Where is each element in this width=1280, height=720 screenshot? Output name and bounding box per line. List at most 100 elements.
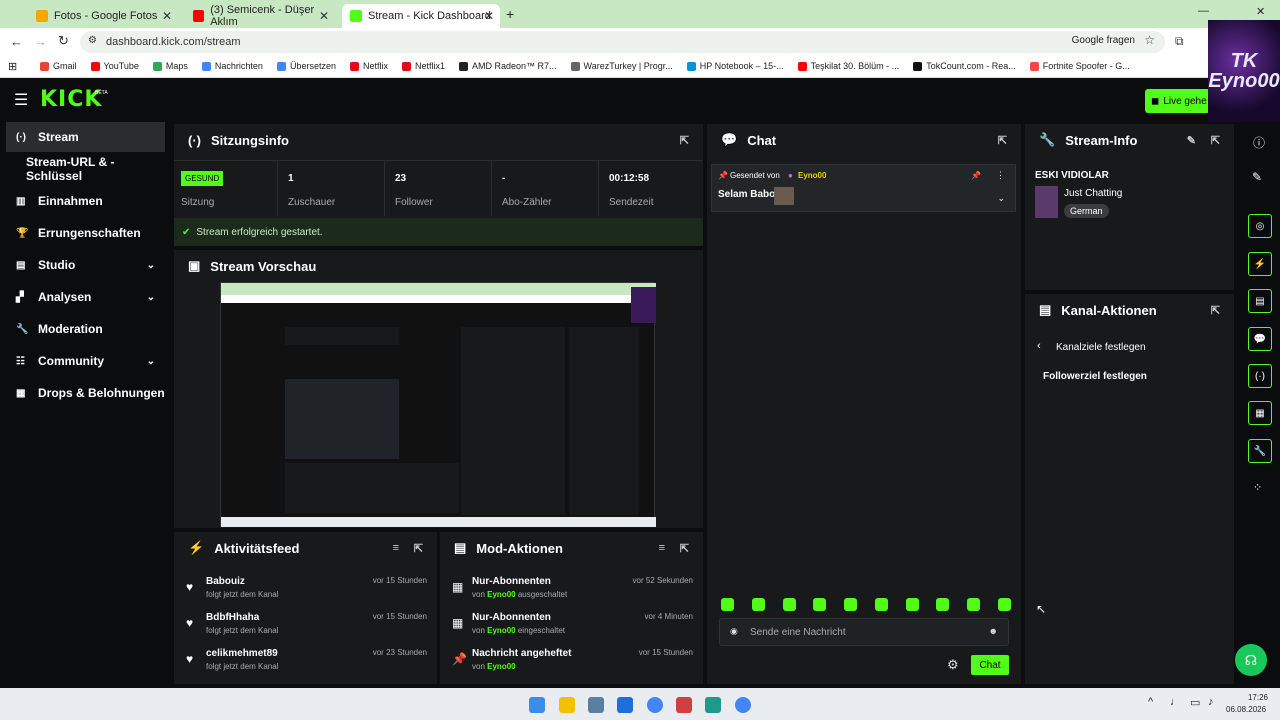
network-icon[interactable]: ▭	[1190, 696, 1200, 709]
emote-icon[interactable]	[721, 598, 734, 611]
close-tab-icon[interactable]: ✕	[162, 9, 172, 23]
emote-icon[interactable]	[967, 598, 981, 611]
emoji-picker-icon[interactable]: ◉	[730, 626, 738, 637]
list-item[interactable]: 📌 Nachricht angeheftet von Eyno00 vor 15 S…	[440, 646, 703, 680]
bookmark-item[interactable]: HP Notebook – 15-...	[686, 61, 784, 71]
username[interactable]: Eyno00	[487, 590, 515, 599]
username[interactable]: Eyno00	[487, 662, 515, 671]
bookmark-item[interactable]: Gmail	[40, 61, 77, 71]
clock-date[interactable]: 06.08.2026	[1226, 705, 1266, 714]
chevron-down-icon[interactable]: ⌄	[147, 292, 155, 303]
close-tab-icon[interactable]: ✕	[484, 9, 494, 23]
chevron-down-icon[interactable]: ⌄	[147, 260, 155, 271]
file-explorer-icon[interactable]	[559, 697, 575, 713]
bookmark-item[interactable]: Netflix	[349, 61, 388, 71]
new-tab-button[interactable]: +	[506, 6, 514, 22]
bookmark-item[interactable]: Nachrichten	[201, 61, 263, 71]
sidebar-item-community[interactable]: ☷ Community ⌄	[6, 346, 165, 376]
share-icon[interactable]: ⁘	[1253, 481, 1262, 494]
follower-goal-item[interactable]: Followerziel festlegen	[1043, 371, 1147, 382]
app-icon[interactable]	[705, 697, 721, 713]
list-item[interactable]: ▦ Nur-Abonnenten von Eyno00 ausgeschaltet v…	[440, 574, 703, 608]
bookmark-item[interactable]: Netflix1	[401, 61, 445, 71]
emote-icon[interactable]	[844, 598, 858, 611]
more-options-icon[interactable]: ⋮	[996, 170, 1005, 181]
tab-youtube[interactable]: (3) Semicenk - Düşer Aklım ✕	[185, 4, 335, 28]
username[interactable]: Babouiz	[206, 576, 245, 587]
chrome-icon[interactable]	[647, 697, 663, 713]
volume-icon[interactable]: ♪	[1208, 696, 1214, 708]
popout-icon[interactable]: ⇱	[680, 134, 689, 147]
stream-preview-video[interactable]	[220, 282, 656, 527]
bookmark-item[interactable]: Maps	[152, 61, 188, 71]
emote-icon[interactable]	[782, 598, 796, 611]
popout-icon[interactable]: ⇱	[414, 542, 423, 555]
list-item[interactable]: ♥ Babouiz folgt jetzt dem Kanal vor 15 Stun…	[174, 574, 437, 608]
sidebar-item-stream-url-schl-ssel[interactable]: Stream-URL & -Schlüssel	[6, 154, 165, 184]
store-icon[interactable]	[588, 697, 604, 713]
app-icon[interactable]	[676, 697, 692, 713]
pinned-message[interactable]: 📌 Gesendet von ● Eyno00 Selam Babo 📌 ⋮ ⌄	[711, 164, 1016, 212]
sidebar-item-moderation[interactable]: 🔧 Moderation	[6, 314, 165, 344]
close-window-icon[interactable]: ✕	[1256, 5, 1265, 18]
filter-icon[interactable]: ≡	[659, 542, 665, 554]
extensions-icon[interactable]: ⧉	[1175, 34, 1184, 49]
address-bar[interactable]: dashboard.kick.com/stream ⚙ Google frage…	[80, 31, 1165, 53]
list-item[interactable]: ♥ BdbfHhaha folgt jetzt dem Kanal vor 15 St…	[174, 610, 437, 644]
bookmark-item[interactable]: Übersetzen	[276, 61, 336, 71]
bookmark-item[interactable]: WarezTurkey | Progr...	[570, 61, 673, 71]
hamburger-menu-icon[interactable]: ☰	[14, 90, 28, 110]
tab-kick-dashboard[interactable]: Stream - Kick Dashboard ✕	[342, 4, 500, 28]
bookmark-item[interactable]: AMD Radeon™ R7...	[459, 61, 557, 71]
back-chevron-icon[interactable]: ‹	[1037, 340, 1041, 352]
list-item[interactable]: ♥ celikmehmet89 folgt jetzt dem Kanal vor 2…	[174, 646, 437, 680]
popout-icon[interactable]: ⇱	[680, 542, 689, 555]
popout-icon[interactable]: ⇱	[1211, 134, 1220, 147]
forward-arrow-icon[interactable]: →	[34, 34, 47, 49]
sidebar-item-errungenschaften[interactable]: 🏆 Errungenschaften	[6, 218, 165, 248]
wrench-icon[interactable]: 🔧	[1248, 439, 1272, 463]
sidebar-item-analysen[interactable]: ▞ Analysen ⌄	[6, 282, 165, 312]
close-tab-icon[interactable]: ✕	[319, 9, 329, 23]
pinned-user[interactable]: Eyno00	[798, 171, 826, 180]
filter-icon[interactable]: ≡	[393, 542, 399, 554]
unpin-icon[interactable]: 📌	[971, 171, 981, 180]
bookmark-item[interactable]: YouTube	[90, 61, 139, 71]
edit-icon[interactable]: ✎	[1252, 170, 1262, 184]
username[interactable]: BdbfHhaha	[206, 612, 259, 623]
bookmark-item[interactable]: Teşkilat 30. Bölüm - ...	[797, 61, 899, 71]
avatar[interactable]: TK Eyno00	[1208, 20, 1280, 122]
minimize-window-icon[interactable]: —	[1198, 5, 1209, 17]
mic-icon[interactable]: ♩	[1170, 696, 1181, 708]
google-ask-button[interactable]: Google fragen	[1072, 35, 1135, 46]
kick-logo[interactable]: KICK	[40, 87, 102, 112]
apps-grid-icon[interactable]: ⊞	[8, 60, 17, 73]
emoji-icon[interactable]: ☻	[989, 626, 998, 636]
edit-pencil-icon[interactable]: ✎	[1187, 134, 1196, 147]
document-icon[interactable]: ▤	[1248, 289, 1272, 313]
bookmark-star-icon[interactable]: ☆	[1144, 33, 1155, 47]
chat-settings-gear-icon[interactable]: ⚙	[947, 657, 959, 673]
bolt-icon[interactable]: ⚡	[1248, 252, 1272, 276]
site-info-icon[interactable]: ⚙	[88, 35, 97, 46]
sidebar-item-drops-belohnungen[interactable]: ▦ Drops & Belohnungen	[6, 378, 165, 408]
emote-icon[interactable]	[936, 598, 950, 611]
capture-icon[interactable]: ◎	[1248, 214, 1272, 238]
windows-start-icon[interactable]	[529, 697, 545, 713]
chrome-active-icon[interactable]	[735, 697, 751, 713]
category-name[interactable]: Just Chatting	[1064, 188, 1122, 199]
chat-input[interactable]: ◉ Sende eine Nachricht ☻	[719, 618, 1009, 646]
emote-icon[interactable]	[905, 598, 919, 611]
emote-icon[interactable]	[813, 598, 827, 611]
sidebar-item-studio[interactable]: ▤ Studio ⌄	[6, 250, 165, 280]
chat-bubble-icon[interactable]: 💬	[1248, 327, 1272, 351]
chevron-down-icon[interactable]: ⌄	[147, 356, 155, 367]
broadcast-icon[interactable]: (·)	[1248, 364, 1272, 388]
reload-icon[interactable]: ↻	[58, 33, 69, 49]
list-item[interactable]: ▦ Nur-Abonnenten von Eyno00 eingeschaltet v…	[440, 610, 703, 644]
chevron-down-icon[interactable]: ⌄	[997, 193, 1005, 204]
go-live-button[interactable]: ◼ Live gehe	[1145, 89, 1210, 113]
emote-icon[interactable]	[751, 598, 765, 611]
emote-icon[interactable]	[874, 598, 888, 611]
username[interactable]: celikmehmet89	[206, 648, 278, 659]
